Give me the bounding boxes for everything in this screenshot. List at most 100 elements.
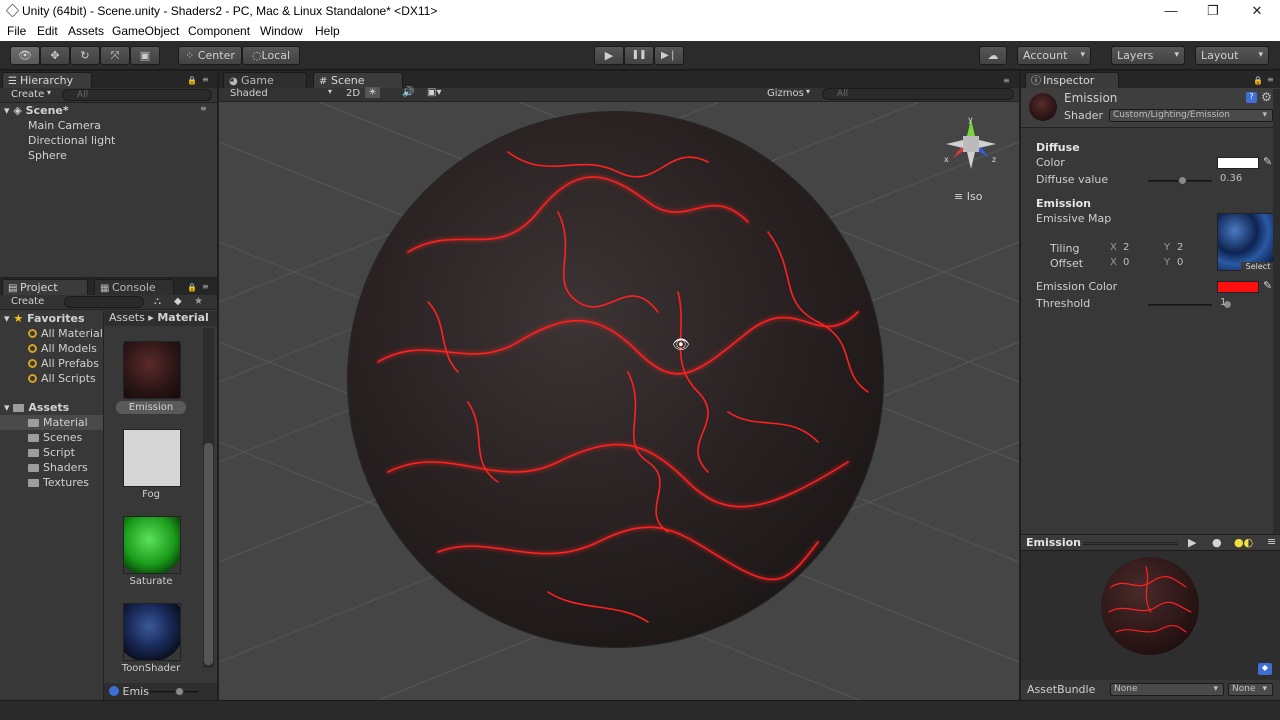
filter-label-icon[interactable]: ◆ [174, 296, 182, 307]
pivot-center-button[interactable]: ⁘ Center [178, 46, 242, 65]
hierarchy-item-main-camera[interactable]: Main Camera [28, 119, 101, 132]
scene-orientation-gizmo[interactable]: x z y [941, 114, 1001, 174]
preview-play-icon[interactable]: ▶ [1188, 536, 1196, 549]
scene-menu-icon[interactable]: ≡ [200, 104, 214, 113]
cloud-icon[interactable]: ☁ [979, 46, 1007, 65]
breadcrumb-assets[interactable]: Assets [109, 311, 145, 324]
diffuse-value-field[interactable]: 0.36 [1217, 173, 1273, 186]
lock-icon[interactable]: 🔒 [187, 76, 201, 85]
tree-divider[interactable] [103, 311, 104, 700]
fav-all-prefabs[interactable]: All Prefabs [28, 357, 99, 370]
help-book-icon[interactable]: ? [1246, 92, 1257, 103]
project-lock-icon[interactable]: 🔒 [187, 283, 201, 292]
favorites-row[interactable]: ▾ ★ Favorites [4, 312, 85, 325]
offset-x-field[interactable]: 0 [1120, 257, 1160, 270]
emission-color-swatch[interactable] [1217, 281, 1259, 293]
preview-sphere-icon[interactable]: ● [1212, 536, 1222, 549]
hierarchy-item-sphere[interactable]: Sphere [28, 149, 67, 162]
tab-hierarchy[interactable]: ☰ Hierarchy [2, 72, 92, 88]
pivot-local-button[interactable]: ◌Local [242, 46, 300, 65]
hierarchy-item-directional-light[interactable]: Directional light [28, 134, 115, 147]
asset-toonshader-label[interactable]: ToonShader [116, 663, 186, 674]
threshold-field[interactable]: 1 [1217, 297, 1273, 310]
close-button[interactable]: ✕ [1237, 1, 1277, 21]
tab-scene[interactable]: # Scene [313, 72, 403, 88]
asset-fog-label[interactable]: Fog [116, 489, 186, 500]
diffuse-color-swatch[interactable] [1217, 157, 1259, 169]
panel-menu-icon[interactable]: ≡ [202, 75, 216, 84]
tab-inspector[interactable]: ⓘ Inspector [1025, 72, 1119, 88]
hand-tool-eye-icon[interactable]: 👁 [10, 46, 40, 65]
tab-game[interactable]: ◕ Game [223, 72, 307, 88]
lighting-toggle-icon[interactable]: ☀ [365, 87, 380, 98]
minimize-button[interactable]: — [1151, 1, 1191, 21]
tab-console[interactable]: ▦ Console [94, 279, 174, 295]
folder-material[interactable]: Material [28, 416, 88, 429]
asset-toonshader-thumb[interactable] [123, 603, 181, 661]
toggle-2d-button[interactable]: 2D [346, 88, 360, 99]
inspector-lock-icon[interactable]: 🔒 [1253, 76, 1267, 85]
menu-assets[interactable]: Assets [68, 24, 104, 38]
project-menu-icon[interactable]: ≡ [202, 282, 216, 291]
projection-toggle[interactable]: ≡ Iso [954, 190, 982, 203]
filter-type-icon[interactable]: ⛬ [154, 296, 161, 307]
hierarchy-create-dropdown[interactable]: Create [11, 89, 44, 100]
texture-select-button[interactable]: Select [1241, 262, 1275, 271]
preview-light-icon[interactable]: ●◐ [1234, 536, 1253, 549]
rect-tool-icon[interactable]: ▣ [130, 46, 160, 65]
asset-saturate-thumb[interactable] [123, 516, 181, 574]
move-tool-icon[interactable]: ✥ [40, 46, 70, 65]
rotate-tool-icon[interactable]: ↻ [70, 46, 100, 65]
assetbundle-variant-dropdown[interactable]: None [1228, 683, 1273, 696]
menu-gameobject[interactable]: GameObject [112, 24, 179, 38]
icon-size-slider[interactable] [150, 691, 198, 693]
asset-emission-thumb[interactable] [123, 341, 181, 399]
menu-window[interactable]: Window [260, 24, 303, 38]
asset-saturate-label[interactable]: Saturate [116, 576, 186, 587]
assets-row[interactable]: ▾ Assets [4, 401, 69, 414]
menu-help[interactable]: Help [315, 24, 340, 38]
project-search-input[interactable] [64, 296, 144, 308]
shader-dropdown[interactable]: Custom/Lighting/Emission [1109, 109, 1273, 122]
tab-project[interactable]: ▤ Project [2, 279, 88, 295]
folder-textures[interactable]: Textures [28, 476, 89, 489]
tiling-x-field[interactable]: 2 [1120, 242, 1160, 255]
maximize-button[interactable]: ❐ [1193, 1, 1233, 21]
scene-viewport[interactable]: x z y ≡ Iso 👁 [219, 102, 1019, 700]
project-scroll-thumb[interactable] [204, 443, 213, 665]
folder-scenes[interactable]: Scenes [28, 431, 82, 444]
play-button[interactable]: ▶ [594, 46, 624, 65]
pause-button[interactable]: ❚❚ [624, 46, 654, 65]
hierarchy-search-input[interactable]: All [62, 89, 212, 101]
account-dropdown[interactable]: Account [1017, 46, 1091, 65]
fav-all-models[interactable]: All Models [28, 342, 97, 355]
project-create-dropdown[interactable]: Create [11, 296, 44, 307]
settings-gear-icon[interactable]: ⚙ [1261, 90, 1272, 104]
layout-dropdown[interactable]: Layout [1195, 46, 1269, 65]
eyedropper-icon[interactable]: ✎ [1263, 155, 1272, 168]
asset-emission-label[interactable]: Emission [116, 401, 186, 414]
inspector-scrollbar[interactable] [1273, 89, 1280, 534]
diffuse-value-knob[interactable] [1177, 176, 1187, 185]
assetbundle-name-dropdown[interactable]: None [1110, 683, 1224, 696]
menu-edit[interactable]: Edit [37, 24, 58, 38]
audio-toggle-icon[interactable]: 🔊 [402, 87, 414, 98]
menu-file[interactable]: File [7, 24, 26, 38]
shading-mode-dropdown[interactable]: Shaded [230, 88, 268, 99]
folder-shaders[interactable]: Shaders [28, 461, 88, 474]
inspector-menu-icon[interactable]: ≡ [1267, 75, 1280, 84]
threshold-slider[interactable] [1148, 304, 1212, 306]
folder-script[interactable]: Script [28, 446, 75, 459]
preview-drag-handle[interactable] [1083, 542, 1178, 545]
preview-sphere[interactable] [1101, 557, 1199, 655]
effects-toggle-icon[interactable]: ▣▾ [427, 87, 441, 98]
fav-all-scripts[interactable]: All Scripts [28, 372, 96, 385]
favorite-star-icon[interactable]: ★ [194, 296, 203, 307]
hierarchy-scene-row[interactable]: ▾ ◈ Scene* [4, 104, 69, 117]
gizmos-dropdown[interactable]: Gizmos [767, 88, 804, 99]
offset-y-field[interactable]: 0 [1174, 257, 1214, 270]
preview-menu-icon[interactable]: ≡ [1267, 535, 1276, 548]
fav-all-material[interactable]: All Material [28, 327, 103, 340]
asset-label-tag-icon[interactable]: ◆ [1258, 663, 1272, 675]
emission-eyedropper-icon[interactable]: ✎ [1263, 279, 1272, 292]
